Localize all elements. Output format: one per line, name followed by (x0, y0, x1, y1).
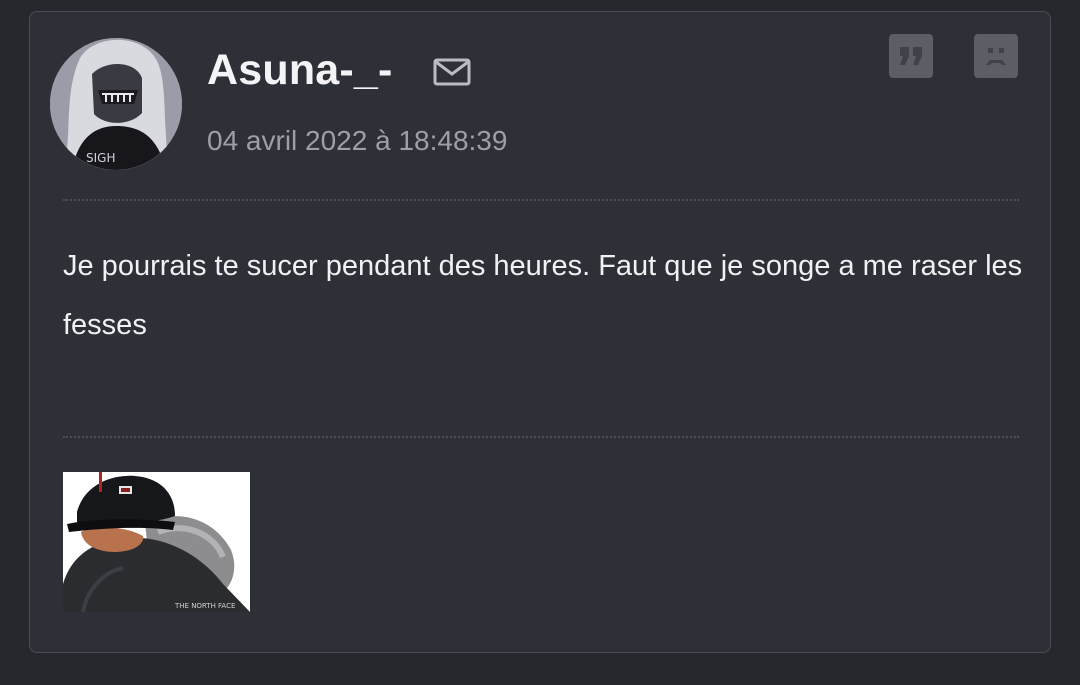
signature-divider (63, 436, 1019, 438)
header-divider (63, 199, 1019, 201)
sad-face-icon (986, 48, 1006, 65)
signature-image: THE NORTH FACE (63, 472, 250, 612)
post-message: Je pourrais te sucer pendant des heures.… (63, 250, 1023, 341)
quote-button[interactable] (889, 34, 933, 78)
svg-text:THE NORTH FACE: THE NORTH FACE (174, 602, 235, 610)
avatar[interactable]: SIGH (50, 38, 182, 170)
post-date: 04 avril 2022 à 18:48:39 (207, 125, 508, 156)
quote-icon (900, 47, 922, 65)
envelope-icon[interactable] (432, 56, 472, 88)
svg-text:SIGH: SIGH (86, 151, 115, 165)
author-name[interactable]: Asuna-_- (207, 44, 393, 96)
report-button[interactable] (974, 34, 1018, 78)
forum-post: SIGH Asuna-_- 04 avril 2022 à 18:48:39 J… (29, 11, 1051, 653)
